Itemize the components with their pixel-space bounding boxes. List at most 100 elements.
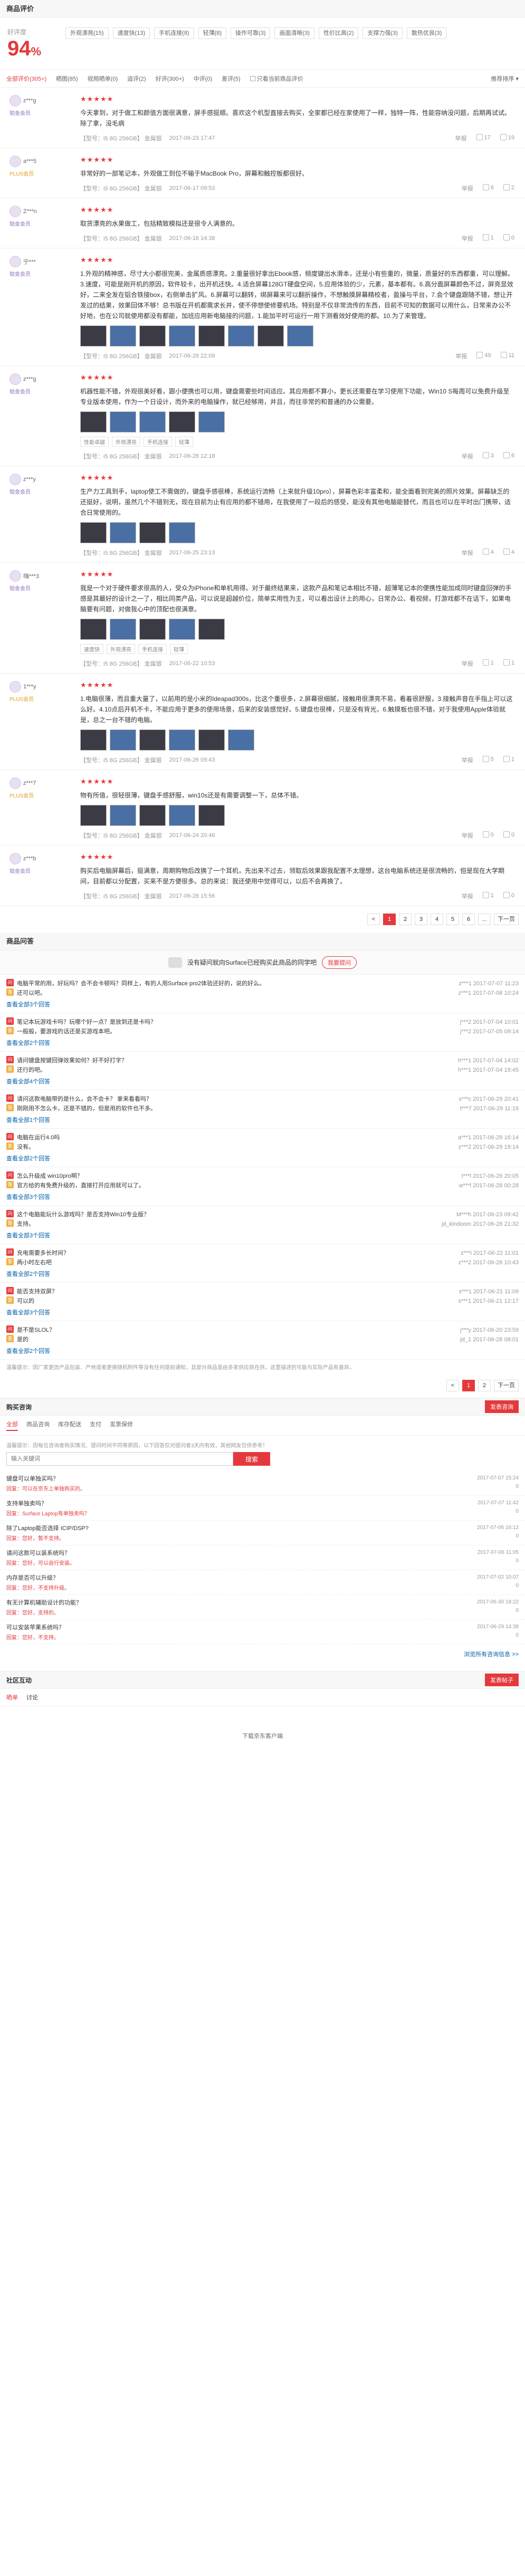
impression-tag[interactable]: 手机连接(8) <box>154 27 194 39</box>
review-photo-thumb[interactable] <box>80 619 107 640</box>
report-link[interactable]: 举报 <box>462 831 473 840</box>
page-button[interactable]: < <box>367 914 380 925</box>
consult-search-button[interactable]: 搜索 <box>233 1452 270 1466</box>
review-photo-thumb[interactable] <box>198 805 225 826</box>
impression-tag[interactable]: 支撑力强(3) <box>362 27 403 39</box>
review-photo-thumb[interactable] <box>198 619 225 640</box>
impression-tag[interactable]: 操作可靠(3) <box>231 27 271 39</box>
review-photo-thumb[interactable] <box>80 325 107 347</box>
reply-button[interactable]: 2 <box>503 184 514 193</box>
avatar[interactable] <box>9 777 21 789</box>
question-text[interactable]: 充电需要多长时间？ <box>17 1248 440 1258</box>
reply-button[interactable]: 4 <box>503 549 514 557</box>
discussion-tab[interactable]: 发票保修 <box>110 1420 133 1431</box>
sort-select[interactable]: 推荐排序 ▾ <box>491 74 519 83</box>
filter-tab[interactable]: 全部评价(305+) <box>6 74 46 83</box>
thread-title[interactable]: 有无计算机辅助设计的功能？ <box>6 1598 434 1607</box>
avatar[interactable] <box>9 474 21 485</box>
page-button[interactable]: 下一页 <box>494 914 519 925</box>
reply-button[interactable]: 0 <box>503 831 514 840</box>
community-tab[interactable]: 讨论 <box>26 1693 38 1702</box>
discussion-tab[interactable]: 商品咨询 <box>26 1420 50 1431</box>
review-photo-thumb[interactable] <box>139 805 166 826</box>
review-photo-thumb[interactable] <box>139 325 166 347</box>
thread-title[interactable]: 请问这款可以装系统吗？ <box>6 1549 434 1557</box>
review-photo-thumb[interactable] <box>169 411 195 432</box>
reply-button[interactable]: 19 <box>500 134 514 142</box>
avatar[interactable] <box>9 95 21 107</box>
report-link[interactable]: 举报 <box>462 452 473 460</box>
review-photo-thumb[interactable] <box>139 411 166 432</box>
reply-button[interactable]: 6 <box>503 452 514 460</box>
review-photo-thumb[interactable] <box>139 619 166 640</box>
more-answers-link[interactable]: 查看全部3个回答 <box>6 1231 519 1239</box>
review-photo-thumb[interactable] <box>139 729 166 751</box>
review-photo-thumb[interactable] <box>80 805 107 826</box>
reply-button[interactable]: 1 <box>503 756 514 764</box>
like-button[interactable]: 3 <box>482 452 494 460</box>
more-answers-link[interactable]: 查看全部2个回答 <box>6 1154 519 1162</box>
page-button[interactable]: 2 <box>399 914 412 925</box>
report-link[interactable]: 举报 <box>462 659 473 668</box>
discussion-tab[interactable]: 全部 <box>6 1420 18 1431</box>
report-link[interactable]: 举报 <box>462 184 473 193</box>
community-tab[interactable]: 晒单 <box>6 1693 18 1702</box>
impression-tag[interactable]: 轻薄(8) <box>198 27 227 39</box>
question-text[interactable]: 请问这款电脑带的是什么，会不会卡？ 拿来看看吗？ <box>17 1094 440 1104</box>
avatar[interactable] <box>9 206 21 217</box>
like-button[interactable]: 1 <box>482 892 494 900</box>
thread-title[interactable]: 支持单独卖吗？ <box>6 1499 434 1507</box>
question-text[interactable]: 怎么升级成 win10pro啊？ <box>17 1171 440 1181</box>
thread-title[interactable]: 内存是否可以升级？ <box>6 1573 434 1582</box>
review-photo-thumb[interactable] <box>80 411 107 432</box>
download-client-link[interactable]: 下载京东客户端 <box>0 1727 525 1744</box>
like-button[interactable]: 6 <box>482 184 494 193</box>
page-button[interactable]: 1 <box>383 914 396 925</box>
thread-title[interactable]: 键盘可以单独买吗？ <box>6 1474 434 1483</box>
more-answers-link[interactable]: 查看全部3个回答 <box>6 1000 519 1008</box>
post-consult-button[interactable]: 发表咨询 <box>485 1400 519 1413</box>
impression-tag[interactable]: 外观漂亮(15) <box>65 27 109 39</box>
question-text[interactable]: 是不是SLOL？ <box>17 1325 440 1335</box>
filter-tab[interactable]: 晒图(85) <box>56 74 78 83</box>
review-photo-thumb[interactable] <box>139 522 166 543</box>
report-link[interactable]: 举报 <box>462 234 473 243</box>
review-photo-thumb[interactable] <box>110 411 136 432</box>
review-photo-thumb[interactable] <box>110 325 136 347</box>
review-photo-thumb[interactable] <box>198 411 225 432</box>
review-photo-thumb[interactable] <box>110 729 136 751</box>
more-answers-link[interactable]: 查看全部2个回答 <box>6 1347 519 1355</box>
report-link[interactable]: 举报 <box>455 134 467 142</box>
thread-title[interactable]: 除了Laptop能否选择 ICIP/DSP? <box>6 1524 434 1532</box>
avatar[interactable] <box>9 570 21 582</box>
filter-tab[interactable]: 中评(0) <box>194 74 212 83</box>
review-photo-thumb[interactable] <box>110 805 136 826</box>
question-text[interactable]: 电脑平常的用，好玩吗？会不会卡顿吗？同样上，有的人用Surface pro2体验… <box>17 979 440 988</box>
all-consult-link[interactable]: 浏览所有咨询信息 >> <box>0 1645 525 1664</box>
discussion-tab[interactable]: 库存配送 <box>58 1420 81 1431</box>
like-button[interactable]: 1 <box>482 659 494 668</box>
report-link[interactable]: 举报 <box>455 352 467 360</box>
question-text[interactable]: 笔记本玩游戏卡吗？玩哪个好一点？是放到还是卡吗？ <box>17 1017 440 1027</box>
page-button[interactable]: 3 <box>415 914 427 925</box>
more-answers-link[interactable]: 查看全部3个回答 <box>6 1193 519 1201</box>
review-photo-thumb[interactable] <box>169 729 195 751</box>
more-answers-link[interactable]: 查看全部4个回答 <box>6 1077 519 1085</box>
reply-button[interactable]: 0 <box>503 892 514 900</box>
reply-button[interactable]: 1 <box>503 659 514 668</box>
filter-tab[interactable]: 差评(5) <box>222 74 240 83</box>
only-current-toggle[interactable]: 只看当前商品评价 <box>250 74 303 83</box>
review-photo-thumb[interactable] <box>169 805 195 826</box>
review-photo-thumb[interactable] <box>257 325 284 347</box>
page-button[interactable]: 6 <box>462 914 475 925</box>
report-link[interactable]: 举报 <box>462 549 473 557</box>
avatar[interactable] <box>9 373 21 385</box>
page-button[interactable]: 下一页 <box>494 1380 519 1391</box>
review-photo-thumb[interactable] <box>110 522 136 543</box>
thread-title[interactable]: 可以安装苹果系统吗？ <box>6 1623 434 1631</box>
discussion-tab[interactable]: 支付 <box>90 1420 101 1431</box>
impression-tag[interactable]: 画面清晰(3) <box>274 27 314 39</box>
report-link[interactable]: 举报 <box>462 892 473 900</box>
more-answers-link[interactable]: 查看全部2个回答 <box>6 1270 519 1278</box>
avatar[interactable] <box>9 853 21 864</box>
